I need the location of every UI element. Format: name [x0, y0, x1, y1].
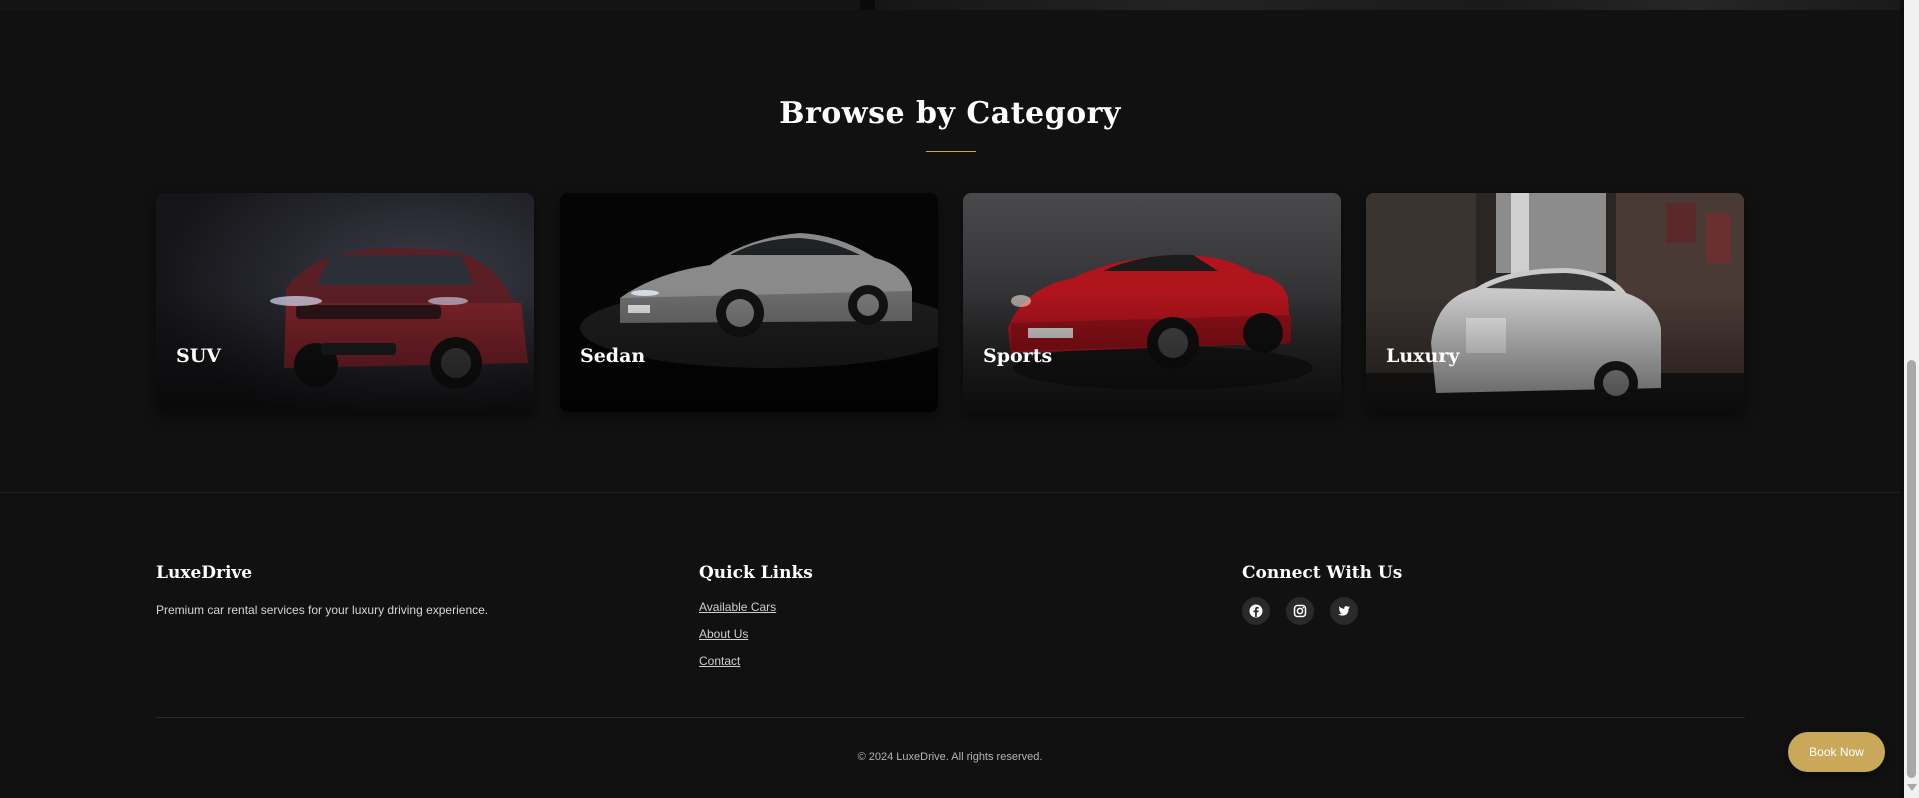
link-about-us[interactable]: About Us — [699, 627, 813, 643]
page: Browse by Category SUV Sedan Sports Luxu… — [0, 0, 1900, 798]
previous-section-edge — [0, 0, 1900, 10]
category-card-sedan[interactable]: Sedan — [560, 193, 938, 412]
title-underline — [926, 151, 976, 152]
scrollbar[interactable] — [1904, 0, 1919, 798]
category-label: SUV — [176, 345, 222, 367]
link-available-cars[interactable]: Available Cars — [699, 600, 813, 616]
category-card-sports[interactable]: Sports — [963, 193, 1341, 412]
connect-heading: Connect With Us — [1242, 563, 1403, 583]
section-title: Browse by Category — [779, 96, 1121, 131]
footer-quick-links: Quick Links Available Cars About Us Cont… — [699, 563, 813, 670]
category-label: Sports — [983, 345, 1053, 367]
footer-bottom-rule — [156, 717, 1745, 718]
category-label: Sedan — [580, 345, 646, 367]
category-label: Luxury — [1386, 345, 1460, 367]
footer-divider — [0, 492, 1900, 493]
facebook-icon[interactable] — [1242, 597, 1270, 625]
category-card-suv[interactable]: SUV — [156, 193, 534, 412]
quick-links-heading: Quick Links — [699, 563, 813, 583]
category-card-luxury[interactable]: Luxury — [1366, 193, 1744, 412]
footer-brand-text: Premium car rental services for your lux… — [156, 603, 489, 617]
instagram-icon[interactable] — [1286, 597, 1314, 625]
scrollbar-thumb[interactable] — [1907, 360, 1916, 778]
footer-brand: LuxeDrive Premium car rental services fo… — [156, 563, 488, 617]
book-now-button[interactable]: Book Now — [1788, 732, 1885, 772]
scroll-down-arrow-icon[interactable] — [1907, 784, 1917, 791]
twitter-icon[interactable] — [1330, 597, 1358, 625]
footer-connect: Connect With Us — [1242, 563, 1402, 625]
footer-brand-heading: LuxeDrive — [156, 563, 253, 583]
copyright: © 2024 LuxeDrive. All rights reserved. — [857, 751, 1043, 763]
link-contact[interactable]: Contact — [699, 654, 813, 670]
